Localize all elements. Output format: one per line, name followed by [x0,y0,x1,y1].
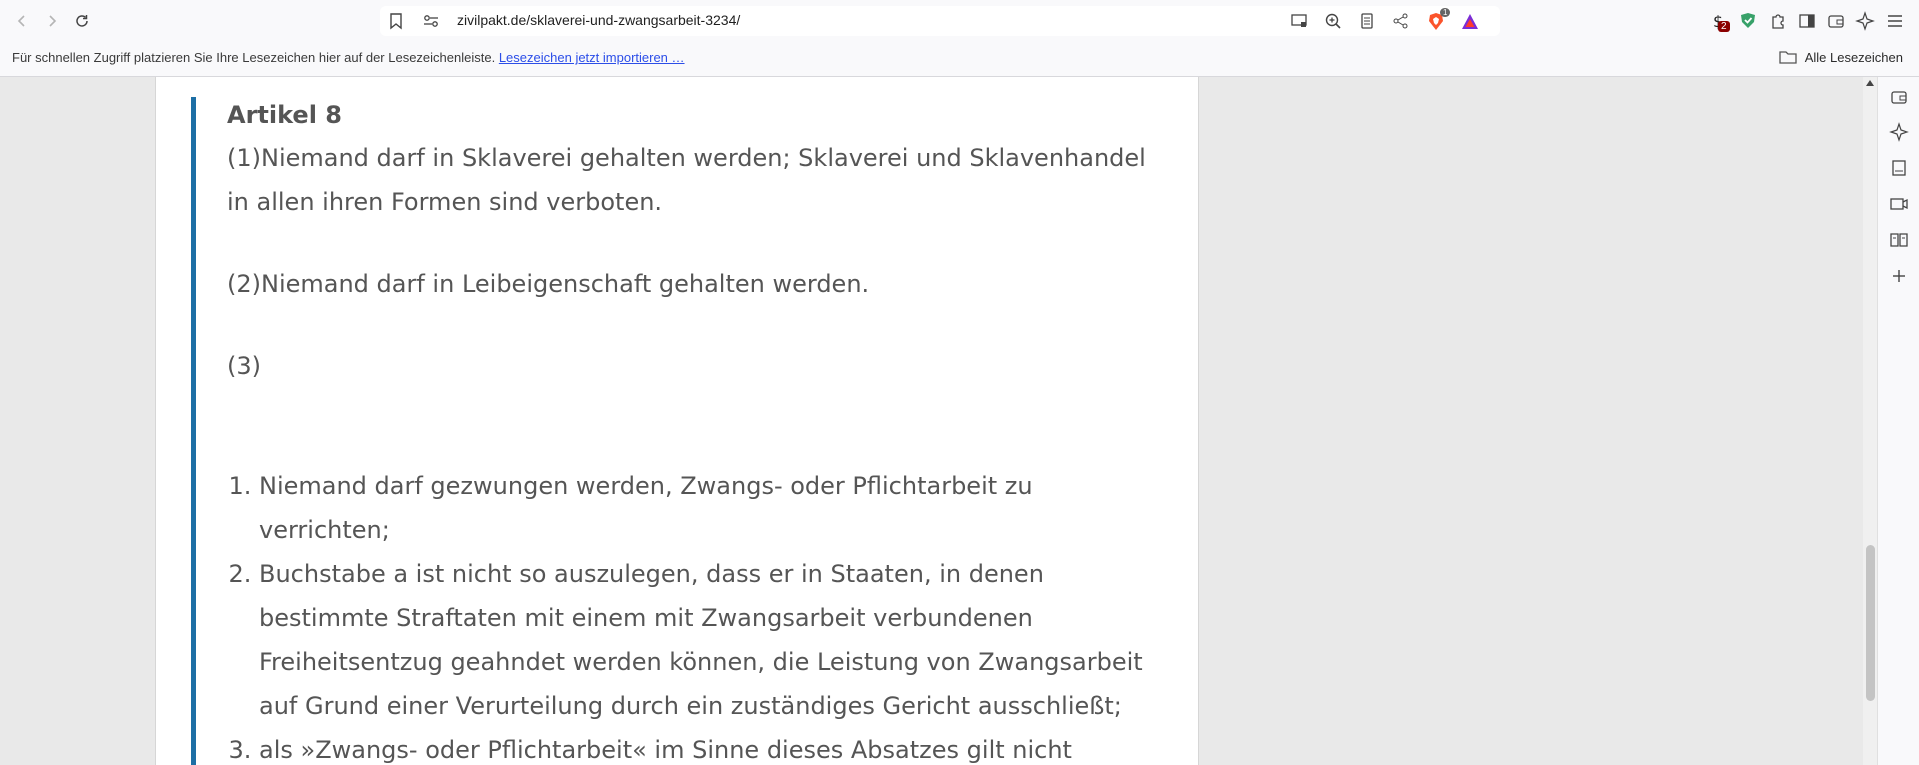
quote-accent-bar [191,97,196,765]
shields-badge: 1 [1440,8,1451,17]
article-card: Artikel 8 (1)Niemand darf in Sklaverei g… [155,77,1199,765]
page-scrollbar[interactable] [1863,77,1877,765]
right-sidebar [1877,77,1919,765]
leo-ai-icon[interactable] [1855,11,1875,31]
forward-button[interactable] [40,9,64,33]
bookmarks-bar: Für schnellen Zugriff platzieren Sie Ihr… [0,42,1919,77]
url-text[interactable]: zivilpakt.de/sklaverei-und-zwangsarbeit-… [457,12,740,28]
paragraph-3: (3) [227,352,261,380]
article-list: Niemand darf gezwungen werden, Zwangs- o… [227,464,1147,765]
back-button[interactable] [10,9,34,33]
menu-icon[interactable] [1885,11,1905,31]
sidebar-toggle-icon[interactable] [1797,11,1817,31]
wallet-badge: 2 [1718,21,1730,32]
reload-icon [76,15,88,27]
wallet-panel-icon[interactable] [1826,11,1846,31]
article-heading: Artikel 8 [227,101,342,129]
wallet-icon[interactable] [1889,87,1909,107]
list-item: Buchstabe a ist nicht so auszulegen, das… [259,552,1147,728]
leo-ai-icon[interactable] [1889,122,1909,142]
cast-icon[interactable] [1290,12,1308,30]
forward-arrow-icon [49,15,57,27]
site-info-icon[interactable] [422,13,440,33]
bookmarks-hint: Für schnellen Zugriff platzieren Sie Ihr… [12,50,685,65]
bookmarks-hint-text: Für schnellen Zugriff platzieren Sie Ihr… [12,50,496,65]
page-viewport: Artikel 8 (1)Niemand darf in Sklaverei g… [0,77,1863,765]
article-body: Artikel 8 (1)Niemand darf in Sklaverei g… [227,100,1147,765]
vpn-shield-icon[interactable] [1738,11,1758,31]
all-bookmarks-label: Alle Lesezeichen [1804,49,1903,65]
reload-button[interactable] [70,9,94,33]
list-item: als »Zwangs- oder Pflichtarbeit« im Sinn… [259,728,1147,765]
import-bookmarks-link[interactable]: Lesezeichen jetzt importieren … [499,50,685,65]
bookmarks-icon[interactable] [1889,158,1909,178]
extensions-icon[interactable] [1768,11,1788,31]
share-icon[interactable] [1392,12,1410,30]
folder-icon [1779,51,1797,64]
zoom-icon[interactable] [1324,12,1342,30]
paragraph-2: (2)Niemand darf in Leibeigenschaft gehal… [227,270,870,298]
url-bar[interactable]: zivilpakt.de/sklaverei-und-zwangsarbeit-… [380,6,1500,36]
back-arrow-icon [17,15,25,27]
paragraph-1: (1)Niemand darf in Sklaverei gehalten we… [227,144,1146,216]
all-bookmarks-button[interactable]: Alle Lesezeichen [1779,49,1903,65]
browser-toolbar: zivilpakt.de/sklaverei-und-zwangsarbeit-… [0,0,1919,42]
reading-list-icon[interactable] [1889,230,1909,250]
list-item: Niemand darf gezwungen werden, Zwangs- o… [259,464,1147,552]
scroll-up-arrow-icon[interactable] [1866,80,1874,86]
add-icon[interactable] [1889,266,1909,286]
scroll-thumb[interactable] [1866,545,1875,701]
video-icon[interactable] [1889,194,1909,214]
reader-mode-icon[interactable] [1358,12,1376,30]
bookmark-icon[interactable] [388,12,404,34]
brave-rewards-icon[interactable] [1460,12,1478,30]
